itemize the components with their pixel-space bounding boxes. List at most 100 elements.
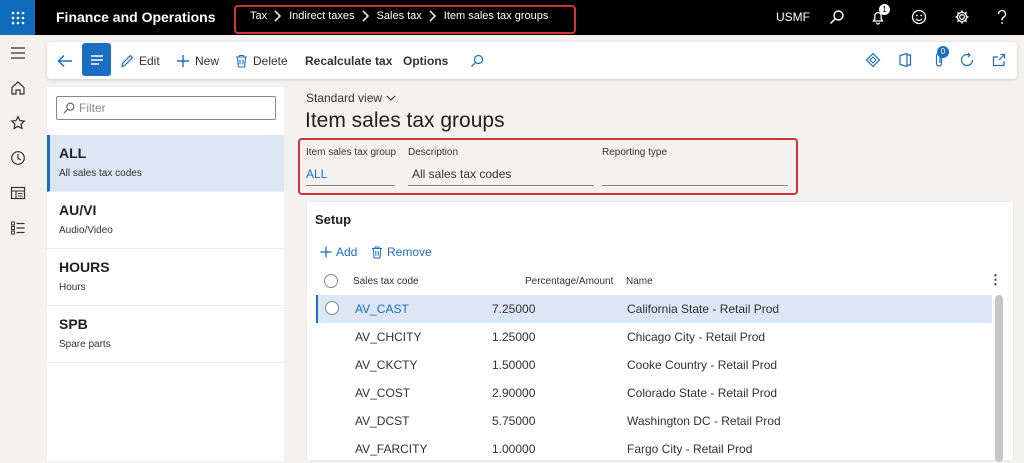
plus-icon <box>177 54 189 67</box>
search-icon[interactable] <box>470 42 489 79</box>
list-item[interactable]: AU/VI Audio/Video <box>47 192 284 249</box>
options-button[interactable]: Options <box>403 42 448 79</box>
add-label: Add <box>336 245 358 259</box>
top-bar: Finance and Operations Tax Indirect taxe… <box>0 0 1024 35</box>
new-button[interactable]: New <box>176 42 219 79</box>
trash-icon <box>236 54 247 68</box>
table-row[interactable]: AV_DCST 5.75000 Washington DC - Retail P… <box>316 407 992 435</box>
pencil-icon <box>121 54 134 67</box>
tax-code-cell[interactable]: AV_FARCITY <box>355 442 427 456</box>
smiley-icon[interactable] <box>910 8 928 26</box>
percentage-cell: 1.25000 <box>492 330 536 344</box>
group-field[interactable]: ALL <box>306 166 395 186</box>
add-button[interactable]: Add <box>320 245 357 259</box>
description-field[interactable]: All sales tax codes <box>408 166 594 186</box>
list-item[interactable]: SPB Spare parts <box>47 306 284 363</box>
app-title[interactable]: Finance and Operations <box>56 9 215 25</box>
open-new-window-icon[interactable] <box>991 52 1007 68</box>
record-list-pane: Filter ALL All sales tax codes AU/VI Aud… <box>47 87 284 461</box>
tax-code-cell[interactable]: AV_CHCITY <box>355 330 421 344</box>
name-cell: California State - Retail Prod <box>627 302 780 316</box>
tax-code-cell[interactable]: AV_CKCTY <box>355 358 417 372</box>
company-picker[interactable]: USMF <box>776 10 810 24</box>
percentage-cell: 2.90000 <box>492 386 536 400</box>
table-row[interactable]: AV_CKCTY 1.50000 Cooke Country - Retail … <box>316 351 992 379</box>
home-icon[interactable] <box>9 79 27 97</box>
view-selector[interactable]: Standard view <box>306 91 396 105</box>
column-header[interactable]: Percentage/Amount <box>525 276 613 287</box>
percentage-cell: 1.50000 <box>492 358 536 372</box>
workspace-icon[interactable] <box>9 184 27 202</box>
list-item-subtitle: Hours <box>59 282 86 293</box>
office-icon[interactable] <box>897 52 913 68</box>
more-options-icon[interactable]: ⋮ <box>989 272 1002 288</box>
list-item[interactable]: HOURS Hours <box>47 249 284 306</box>
list-item-title: HOURS <box>59 259 110 275</box>
breadcrumb-item[interactable]: Item sales tax groups <box>444 10 549 22</box>
select-all-radio[interactable] <box>324 274 338 288</box>
breadcrumb-item[interactable]: Indirect taxes <box>289 10 354 22</box>
table-row[interactable]: AV_FARCITY 1.00000 Fargo City - Retail P… <box>316 435 992 463</box>
remove-button[interactable]: Remove <box>371 245 432 259</box>
help-icon[interactable] <box>993 8 1011 26</box>
filter-input[interactable]: Filter <box>56 96 276 120</box>
refresh-icon[interactable] <box>959 52 975 68</box>
tax-code-cell[interactable]: AV_COST <box>355 386 410 400</box>
name-cell: Colorado State - Retail Prod <box>627 386 778 400</box>
list-view-toggle-button[interactable] <box>82 43 111 76</box>
chevron-right-icon <box>274 10 282 22</box>
name-cell: Fargo City - Retail Prod <box>627 442 753 456</box>
breadcrumb: Tax Indirect taxes Sales tax Item sales … <box>250 10 548 22</box>
name-cell: Washington DC - Retail Prod <box>627 414 781 428</box>
page-title: Item sales tax groups <box>305 109 505 132</box>
percentage-cell: 1.00000 <box>492 442 536 456</box>
tax-code-cell[interactable]: AV_CAST <box>355 302 409 316</box>
power-apps-icon[interactable] <box>865 52 881 68</box>
hamburger-menu-icon[interactable] <box>9 44 27 62</box>
recalculate-tax-button[interactable]: Recalculate tax <box>305 42 392 79</box>
app-launcher-icon[interactable] <box>0 0 35 35</box>
delete-button[interactable]: Delete <box>235 42 288 79</box>
gear-icon[interactable] <box>953 8 971 26</box>
notification-badge: 1 <box>879 4 890 15</box>
edit-button[interactable]: Edit <box>120 42 160 79</box>
row-select-radio[interactable] <box>325 301 339 315</box>
column-header[interactable]: Sales tax code <box>353 276 419 287</box>
new-label: New <box>195 53 220 68</box>
table-row[interactable]: AV_COST 2.90000 Colorado State - Retail … <box>316 379 992 407</box>
view-selector-label: Standard view <box>306 91 383 105</box>
chevron-down-icon <box>386 95 396 101</box>
list-item[interactable]: ALL All sales tax codes <box>47 135 284 192</box>
list-item-subtitle: Spare parts <box>59 339 111 350</box>
list-item-subtitle: Audio/Video <box>59 225 113 236</box>
modules-list-icon[interactable] <box>9 219 27 237</box>
action-pane: Edit New Delete Recalculate tax Options … <box>47 42 1017 79</box>
attachment-count-badge: 0 <box>937 46 949 58</box>
vertical-scrollbar[interactable] <box>995 295 1003 462</box>
clock-icon[interactable] <box>9 149 27 167</box>
edit-label: Edit <box>139 53 160 68</box>
setup-section: Setup Add Remove Sales tax code Percenta… <box>306 201 1014 463</box>
breadcrumb-item[interactable]: Sales tax <box>377 10 422 22</box>
lines-icon <box>90 54 103 65</box>
list-item-title: AU/VI <box>59 202 97 218</box>
delete-label: Delete <box>253 53 288 68</box>
table-row[interactable]: AV_CHCITY 1.25000 Chicago City - Retail … <box>316 323 992 351</box>
trash-icon <box>372 246 382 258</box>
percentage-cell: 5.75000 <box>492 414 536 428</box>
breadcrumb-item[interactable]: Tax <box>250 10 267 22</box>
tax-code-cell[interactable]: AV_DCST <box>355 414 409 428</box>
star-icon[interactable] <box>9 114 27 132</box>
description-field-label: Description <box>408 147 459 158</box>
name-cell: Chicago City - Retail Prod <box>627 330 766 344</box>
table-row[interactable]: AV_CAST 7.25000 California State - Retai… <box>316 295 992 323</box>
percentage-cell: 7.25000 <box>492 302 536 316</box>
search-icon[interactable] <box>828 8 846 26</box>
name-cell: Cooke Country - Retail Prod <box>627 358 778 372</box>
chevron-right-icon <box>429 10 437 22</box>
back-arrow-icon[interactable] <box>57 42 78 79</box>
chevron-right-icon <box>362 10 370 22</box>
reporting-type-field[interactable] <box>602 166 788 186</box>
list-item-subtitle: All sales tax codes <box>59 168 142 179</box>
column-header[interactable]: Name <box>626 276 653 287</box>
